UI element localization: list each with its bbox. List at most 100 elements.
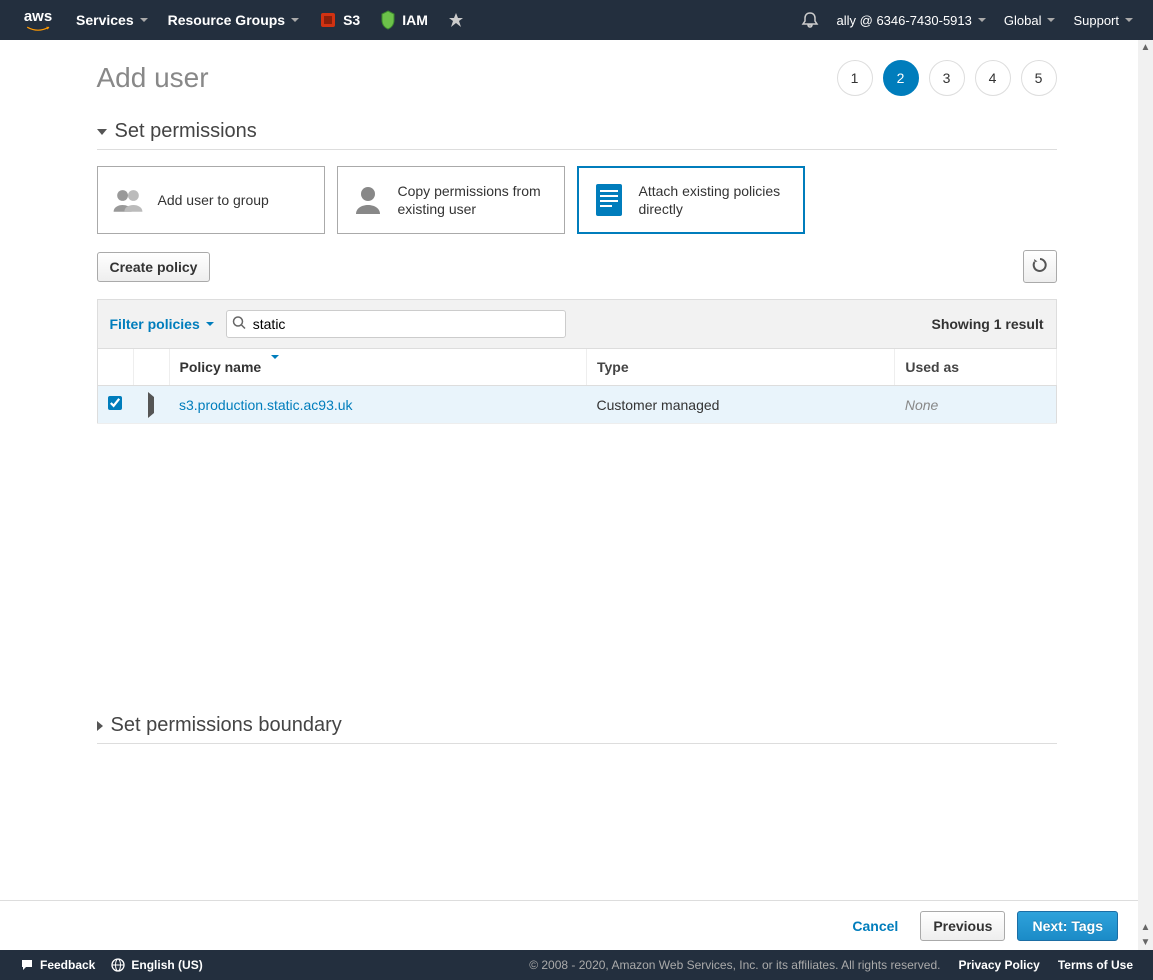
- nav-shortcut-s3[interactable]: S3: [319, 11, 360, 29]
- refresh-button[interactable]: [1023, 250, 1057, 283]
- bell-icon: [801, 11, 819, 29]
- nav-account-label: ally @ 6346-7430-5913: [837, 13, 972, 28]
- filter-policies-dropdown[interactable]: Filter policies: [110, 316, 214, 332]
- perm-card-label: Attach existing policies directly: [639, 182, 791, 218]
- previous-button[interactable]: Previous: [920, 911, 1005, 941]
- result-count: Showing 1 result: [931, 316, 1043, 332]
- nav-services[interactable]: Services: [76, 12, 148, 28]
- policy-search: [226, 310, 566, 338]
- aws-logo-text: aws: [24, 9, 52, 24]
- iam-icon: [380, 10, 396, 30]
- nav-resource-groups[interactable]: Resource Groups: [168, 12, 299, 28]
- wizard-step-1[interactable]: 1: [837, 60, 873, 96]
- col-header-used-as[interactable]: Used as: [895, 349, 1056, 386]
- scroll-arrow-up-icon[interactable]: ▲: [1138, 40, 1153, 55]
- create-policy-button[interactable]: Create policy: [97, 252, 211, 282]
- scroll-arrow-down-icon[interactable]: ▼: [1138, 935, 1153, 950]
- perm-card-attach-policies[interactable]: Attach existing policies directly: [577, 166, 805, 234]
- top-nav: aws Services Resource Groups S3 IAM ally…: [0, 0, 1153, 40]
- chevron-down-icon: [206, 322, 214, 326]
- nav-support-label: Support: [1073, 13, 1119, 28]
- next-button[interactable]: Next: Tags: [1017, 911, 1118, 941]
- chevron-right-icon: [97, 721, 103, 731]
- col-header-expand: [133, 349, 169, 386]
- policy-row-used-as: None: [895, 386, 1056, 424]
- footer-language-label: English (US): [131, 958, 202, 972]
- policy-row-expand[interactable]: [133, 386, 169, 424]
- footer-feedback-label: Feedback: [40, 958, 95, 972]
- wizard-step-3[interactable]: 3: [929, 60, 965, 96]
- scroll-arrow-up-icon[interactable]: ▲: [1138, 920, 1153, 935]
- nav-support[interactable]: Support: [1073, 13, 1133, 28]
- nav-notifications[interactable]: [801, 11, 819, 29]
- main-container: Add user 1 2 3 4 5 Set permissions Add u…: [97, 40, 1057, 744]
- footer-privacy-link[interactable]: Privacy Policy: [958, 958, 1039, 972]
- set-permissions-title: Set permissions: [115, 120, 257, 143]
- wizard-steps: 1 2 3 4 5: [837, 60, 1057, 96]
- perm-card-add-to-group[interactable]: Add user to group: [97, 166, 325, 234]
- s3-icon: [319, 11, 337, 29]
- pin-icon: [448, 12, 464, 28]
- wizard-action-bar: Cancel Previous Next: Tags: [0, 900, 1138, 950]
- policy-link[interactable]: s3.production.static.ac93.uk: [179, 397, 353, 413]
- page-footer: Feedback English (US) © 2008 - 2020, Ama…: [0, 950, 1153, 980]
- permissions-boundary-section: Set permissions boundary: [97, 714, 1057, 744]
- cancel-button[interactable]: Cancel: [842, 912, 908, 940]
- col-header-label: Policy name: [180, 359, 262, 375]
- chevron-down-icon: [1125, 18, 1133, 22]
- collapse-caret-icon: [97, 129, 107, 135]
- footer-language[interactable]: English (US): [111, 958, 202, 972]
- search-icon: [232, 316, 246, 333]
- chevron-down-icon: [291, 18, 299, 22]
- footer-feedback[interactable]: Feedback: [20, 958, 95, 972]
- globe-icon: [111, 958, 125, 972]
- col-header-policy-name[interactable]: Policy name: [169, 349, 586, 386]
- group-icon: [110, 182, 146, 218]
- wizard-step-2[interactable]: 2: [883, 60, 919, 96]
- policy-table: Policy name Type Used as s3.production.s…: [97, 349, 1057, 424]
- policy-row-name-cell: s3.production.static.ac93.uk: [169, 386, 586, 424]
- nav-account[interactable]: ally @ 6346-7430-5913: [837, 13, 986, 28]
- chevron-down-icon: [1047, 18, 1055, 22]
- aws-logo[interactable]: aws: [20, 9, 56, 32]
- policy-search-input[interactable]: [226, 310, 566, 338]
- permissions-boundary-title: Set permissions boundary: [111, 714, 342, 737]
- refresh-icon: [1032, 257, 1048, 273]
- page-header: Add user 1 2 3 4 5: [97, 60, 1057, 96]
- perm-card-label: Copy permissions from existing user: [398, 182, 552, 218]
- policy-row-used-as-value: None: [905, 397, 938, 413]
- wizard-step-5[interactable]: 5: [1021, 60, 1057, 96]
- nav-resource-groups-label: Resource Groups: [168, 12, 285, 28]
- set-permissions-header[interactable]: Set permissions: [97, 120, 1057, 150]
- policy-row[interactable]: s3.production.static.ac93.uk Customer ma…: [97, 386, 1056, 424]
- filter-bar: Filter policies Showing 1 result: [97, 299, 1057, 349]
- perm-card-label: Add user to group: [158, 191, 269, 209]
- nav-pin[interactable]: [448, 12, 464, 28]
- policy-row-checkbox[interactable]: [108, 396, 122, 410]
- sort-down-icon: [271, 359, 279, 375]
- permissions-boundary-header[interactable]: Set permissions boundary: [97, 714, 1057, 744]
- shortcut-iam-label: IAM: [402, 12, 428, 28]
- footer-terms-link[interactable]: Terms of Use: [1058, 958, 1133, 972]
- filter-policies-label: Filter policies: [110, 316, 200, 332]
- user-icon: [350, 182, 386, 218]
- col-header-type[interactable]: Type: [586, 349, 894, 386]
- nav-region[interactable]: Global: [1004, 13, 1056, 28]
- chevron-right-icon: [148, 392, 154, 418]
- aws-smile-icon: [20, 26, 56, 32]
- chevron-down-icon: [978, 18, 986, 22]
- policy-row-checkbox-cell: [97, 386, 133, 424]
- nav-services-label: Services: [76, 12, 134, 28]
- nav-shortcut-iam[interactable]: IAM: [380, 10, 428, 30]
- perm-card-copy-user[interactable]: Copy permissions from existing user: [337, 166, 565, 234]
- policy-row-type: Customer managed: [586, 386, 894, 424]
- wizard-step-4[interactable]: 4: [975, 60, 1011, 96]
- nav-region-label: Global: [1004, 13, 1042, 28]
- document-icon: [591, 182, 627, 218]
- page-title: Add user: [97, 62, 209, 94]
- vertical-scrollbar[interactable]: ▲ ▲ ▼: [1138, 40, 1153, 950]
- policy-toolbar: Create policy: [97, 250, 1057, 283]
- chat-icon: [20, 958, 34, 972]
- chevron-down-icon: [140, 18, 148, 22]
- col-header-checkbox: [97, 349, 133, 386]
